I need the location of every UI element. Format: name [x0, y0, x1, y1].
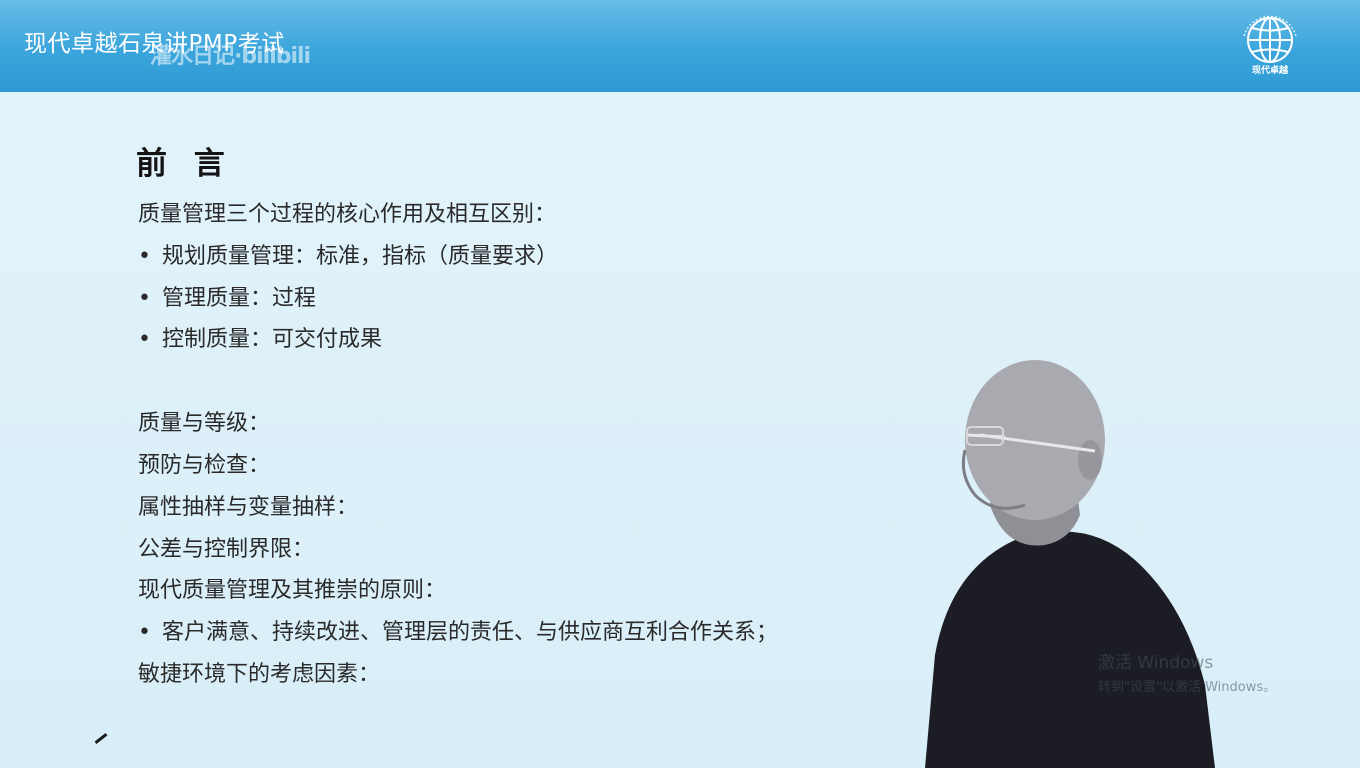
bullet-point: •: [138, 244, 151, 269]
content-line: 现代质量管理及其推崇的原则：: [138, 572, 446, 604]
activation-title: 激活 Windows: [1098, 653, 1214, 673]
bullet-point: •: [138, 286, 151, 311]
content-line: • 控制质量：可交付成果: [138, 321, 382, 353]
content-line: 质量与等级：: [138, 405, 270, 437]
content-line: 敏捷环境下的考虑因素：: [138, 656, 380, 688]
line-text: 质量管理三个过程的核心作用及相互区别：: [138, 202, 557, 227]
line-text: 客户满意、持续改进、管理层的责任、与供应商互利合作关系；: [162, 620, 779, 645]
line-text: 现代质量管理及其推崇的原则：: [138, 578, 447, 603]
windows-activation-watermark: 激活 Windows 转到"设置"以激活 Windows。: [1098, 648, 1276, 695]
slide-title: 前 言: [136, 146, 233, 182]
content-line: 质量管理三个过程的核心作用及相互区别：: [138, 196, 556, 228]
line-text: 控制质量：可交付成果: [162, 327, 383, 352]
line-text: 质量与等级：: [138, 411, 271, 436]
line-text: 管理质量：过程: [162, 286, 317, 311]
line-text: 预防与检查：: [138, 453, 271, 478]
line-text: 规划质量管理：标准，指标（质量要求）: [162, 244, 559, 269]
content-line: • 客户满意、持续改进、管理层的责任、与供应商互利合作关系；: [138, 614, 778, 646]
line-text: 公差与控制界限：: [138, 537, 315, 562]
content-line: 公差与控制界限：: [138, 531, 314, 563]
presenter-figure: [925, 360, 1215, 768]
bullet-point: •: [138, 327, 151, 352]
content-line: 属性抽样与变量抽样：: [138, 489, 358, 521]
bullet-point: •: [138, 620, 151, 645]
activation-subtitle: 转到"设置"以激活 Windows。: [1098, 680, 1277, 695]
brand-logo-text: 现代卓越: [1251, 66, 1288, 76]
line-text: 属性抽样与变量抽样：: [138, 495, 359, 520]
content-line: 预防与检查：: [138, 447, 270, 479]
content-line: • 规划质量管理：标准，指标（质量要求）: [138, 238, 558, 270]
course-title: 现代卓越石泉讲PMP考试: [24, 31, 285, 57]
line-text: 敏捷环境下的考虑因素：: [138, 662, 381, 687]
content-line: • 管理质量：过程: [138, 280, 316, 312]
